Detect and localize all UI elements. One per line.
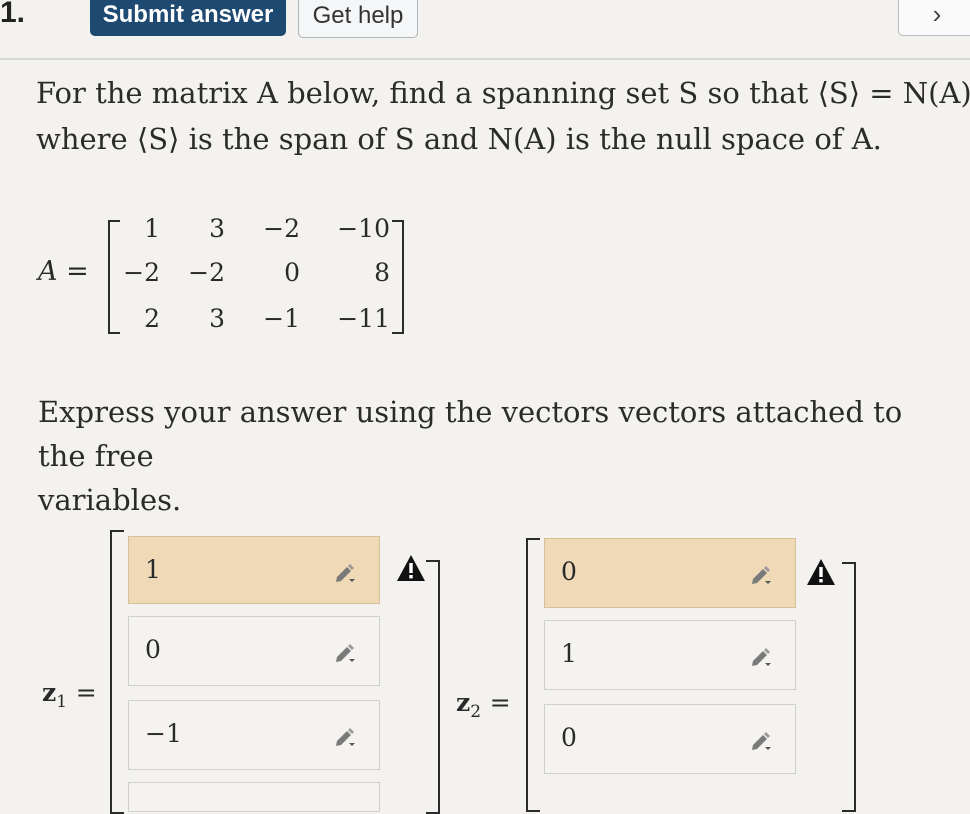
vector-z1-left-bracket xyxy=(110,530,124,814)
z1-entry-1-value: 1 xyxy=(145,555,161,584)
instruction-line-1: Express your answer using the vectors ve… xyxy=(38,395,903,473)
vector-z1-equals: = xyxy=(75,678,97,707)
pencil-edit-icon[interactable] xyxy=(333,723,359,747)
matrix-cell: −1 xyxy=(263,304,300,333)
vector-z1-letter: z xyxy=(42,678,57,707)
matrix-cell: 8 xyxy=(374,258,390,287)
matrix-cell: −10 xyxy=(337,214,390,243)
vector-z2-right-bracket xyxy=(842,562,856,812)
z2-entry-3-value: 0 xyxy=(561,723,577,752)
matrix-cell: −11 xyxy=(337,304,390,333)
question-prompt: For the matrix A below, find a spanning … xyxy=(36,70,970,162)
vector-z1-subscript: 1 xyxy=(56,692,68,712)
vector-z1-label: z1 = xyxy=(42,678,97,712)
vector-z2-letter: z xyxy=(456,688,471,717)
matrix-cell: 3 xyxy=(209,214,225,243)
z1-entry-1-input[interactable]: 1 xyxy=(128,536,380,604)
matrix-cell: −2 xyxy=(263,214,300,243)
toolbar-divider xyxy=(0,58,970,60)
z2-entry-3-input[interactable]: 0 xyxy=(544,704,796,774)
matrix-cell: 3 xyxy=(209,304,225,333)
matrix-cell: −2 xyxy=(123,258,160,287)
matrix-cell: 1 xyxy=(144,214,160,243)
matrix-cell: −2 xyxy=(188,258,225,287)
pencil-edit-icon[interactable] xyxy=(333,639,359,663)
next-question-button[interactable]: › xyxy=(898,0,970,36)
question-number: 1. xyxy=(0,0,26,29)
matrix-label: A = xyxy=(38,256,89,287)
z1-entry-4-input[interactable] xyxy=(128,782,380,812)
pencil-edit-icon[interactable] xyxy=(749,727,775,751)
vector-z2-equals: = xyxy=(489,688,511,717)
vector-z2-subscript: 2 xyxy=(470,702,482,722)
prompt-line-2: where ⟨S⟩ is the span of S and N(A) is t… xyxy=(36,122,882,156)
pencil-edit-icon[interactable] xyxy=(333,559,359,583)
matrix-right-bracket xyxy=(392,220,404,334)
pencil-edit-icon[interactable] xyxy=(749,561,775,585)
answer-instruction: Express your answer using the vectors ve… xyxy=(38,390,938,522)
z1-entry-2-value: 0 xyxy=(145,635,161,664)
vector-z1-right-bracket xyxy=(426,560,440,814)
z1-entry-3-input[interactable]: −1 xyxy=(128,700,380,770)
chevron-right-icon: › xyxy=(932,0,942,29)
z1-entry-3-value: −1 xyxy=(145,719,182,748)
prompt-line-1: For the matrix A below, find a spanning … xyxy=(36,76,970,110)
matrix-cell: 0 xyxy=(284,258,300,287)
vector-z2-left-bracket xyxy=(526,538,540,812)
z2-entry-2-input[interactable]: 1 xyxy=(544,620,796,690)
matrix-cell: 2 xyxy=(144,304,160,333)
submit-answer-button[interactable]: Submit answer xyxy=(90,0,286,36)
z2-entry-1-input[interactable]: 0 xyxy=(544,538,796,608)
instruction-line-2: variables. xyxy=(38,483,182,517)
get-help-button[interactable]: Get help xyxy=(298,0,418,38)
warning-triangle-icon xyxy=(807,559,835,585)
vector-z2-label: z2 = xyxy=(456,688,511,722)
pencil-edit-icon[interactable] xyxy=(749,643,775,667)
z1-entry-2-input[interactable]: 0 xyxy=(128,616,380,686)
z2-entry-1-value: 0 xyxy=(561,557,577,586)
z2-entry-2-value: 1 xyxy=(561,639,577,668)
warning-triangle-icon xyxy=(397,555,425,581)
question-toolbar: 1. Submit answer Get help › xyxy=(0,0,970,58)
